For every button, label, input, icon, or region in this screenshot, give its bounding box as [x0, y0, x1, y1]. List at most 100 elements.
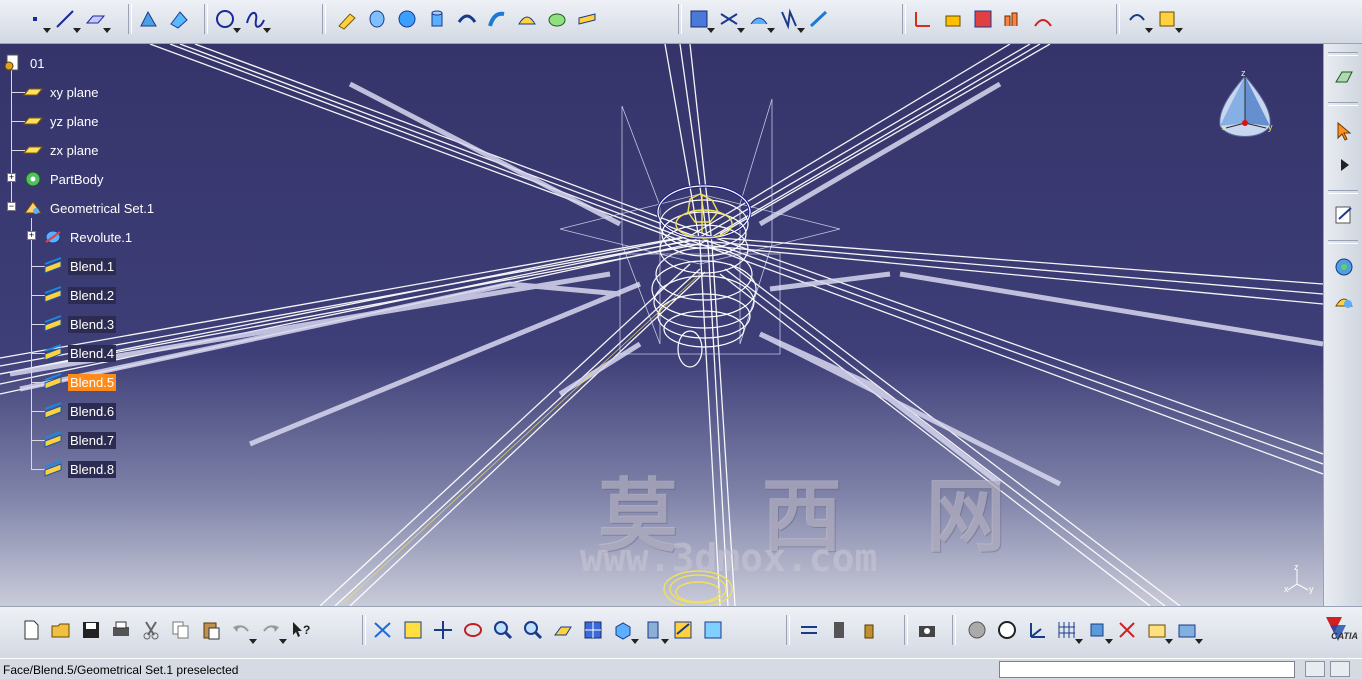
tree-item-blend-1[interactable]: Blend.1	[42, 255, 117, 277]
tree-item-label: PartBody	[50, 171, 104, 187]
redo-icon[interactable]	[258, 617, 287, 644]
library-icon[interactable]	[1174, 617, 1203, 644]
cylinder-icon[interactable]	[424, 6, 450, 32]
tree-item-geometrical-set[interactable]: Geometrical Set.1	[22, 197, 156, 219]
tree-item-yz-plane[interactable]: yz plane	[22, 110, 100, 132]
shading-icon[interactable]	[640, 617, 669, 644]
tree-item-blend-2[interactable]: Blend.2	[42, 284, 117, 306]
normal-view-icon[interactable]	[550, 617, 576, 643]
save-icon[interactable]	[78, 617, 104, 643]
translate-icon[interactable]	[776, 6, 805, 33]
split-icon[interactable]	[716, 6, 745, 33]
hide-show-icon[interactable]	[670, 617, 696, 643]
tree-item-blend-8[interactable]: Blend.8	[42, 458, 117, 480]
sphere-icon[interactable]	[394, 6, 420, 32]
extrude-icon[interactable]	[334, 6, 360, 32]
select-arrow-icon[interactable]	[1331, 118, 1357, 144]
iso-view-icon[interactable]	[610, 617, 639, 644]
circle-tool[interactable]	[212, 6, 241, 33]
blend-surface-icon	[42, 286, 64, 304]
curvature-analysis-icon[interactable]	[1000, 6, 1026, 32]
sketcher-icon[interactable]	[1331, 64, 1357, 90]
repeat-icon[interactable]	[1124, 6, 1153, 33]
zoom-out-icon[interactable]	[520, 617, 546, 643]
toolbar-separator	[1328, 240, 1358, 244]
fly-mode-icon[interactable]	[370, 617, 396, 643]
measure-between-icon[interactable]	[796, 617, 822, 643]
intersection-icon[interactable]	[166, 6, 192, 32]
status-toggle-button[interactable]	[1330, 661, 1350, 677]
join-icon[interactable]	[686, 6, 715, 33]
sweep-icon[interactable]	[484, 6, 510, 32]
multi-view-icon[interactable]	[580, 617, 606, 643]
tree-root[interactable]: 01	[2, 52, 46, 74]
tree-item-blend-4[interactable]: Blend.4	[42, 342, 117, 364]
tree-item-partbody[interactable]: PartBody	[22, 168, 105, 190]
swap-visible-space-icon[interactable]	[700, 617, 726, 643]
cut-icon[interactable]	[138, 617, 164, 643]
3d-viewport[interactable]: z x y z x y 莫 西 网 www.3dmox.com 01 xy pl…	[0, 44, 1323, 606]
collapse-geometrical-set-button[interactable]: −	[7, 202, 16, 211]
revolve-icon[interactable]	[364, 6, 390, 32]
new-file-icon[interactable]	[18, 617, 44, 643]
manipulate-icon[interactable]	[994, 617, 1020, 643]
tree-item-label: Blend.6	[68, 402, 117, 420]
open-folder-icon[interactable]	[48, 617, 74, 643]
pattern-icon[interactable]	[1154, 6, 1183, 33]
plane-tool[interactable]	[82, 6, 111, 33]
extrapolate-icon[interactable]	[806, 6, 832, 32]
fit-all-icon[interactable]	[400, 617, 426, 643]
expand-revolute-button[interactable]: +	[27, 231, 36, 240]
print-icon[interactable]	[108, 617, 134, 643]
porcupine-analysis-icon[interactable]	[1030, 6, 1056, 32]
connect-checker-icon[interactable]	[970, 6, 996, 32]
part-design-icon[interactable]	[1331, 254, 1357, 280]
line-tool[interactable]	[52, 6, 81, 33]
spline-tool[interactable]	[242, 6, 271, 33]
undo-icon[interactable]	[228, 617, 257, 644]
zoom-in-icon[interactable]	[490, 617, 516, 643]
toolbar-group-view	[370, 615, 726, 645]
constraint-icon[interactable]	[1114, 617, 1140, 643]
edit-sketch-icon[interactable]	[1331, 202, 1357, 228]
command-input[interactable]	[999, 661, 1295, 678]
measure-inertia-icon[interactable]	[856, 617, 882, 643]
copy-icon[interactable]	[168, 617, 194, 643]
work-on-support-icon[interactable]	[940, 6, 966, 32]
shape-design-icon[interactable]	[1331, 288, 1357, 314]
tree-item-revolute[interactable]: Revolute.1	[42, 226, 134, 248]
tree-item-xy-plane[interactable]: xy plane	[22, 81, 100, 103]
compass-widget[interactable]	[1212, 68, 1282, 148]
axis-icon[interactable]	[1024, 617, 1050, 643]
tree-item-blend-5[interactable]: Blend.5	[42, 371, 117, 393]
projection-icon[interactable]	[136, 6, 162, 32]
tree-item-zx-plane[interactable]: zx plane	[22, 139, 100, 161]
tree-item-blend-7[interactable]: Blend.7	[42, 429, 117, 451]
tree-item-blend-6[interactable]: Blend.6	[42, 400, 117, 422]
toolbar-separator	[128, 4, 132, 34]
multi-section-icon[interactable]	[544, 6, 570, 32]
blend-surface-icon	[42, 402, 64, 420]
extract-icon[interactable]	[746, 6, 775, 33]
pan-icon[interactable]	[430, 617, 456, 643]
tree-item-blend-3[interactable]: Blend.3	[42, 313, 117, 335]
axis-system-icon[interactable]	[910, 6, 936, 32]
part-document-icon	[2, 54, 24, 72]
rotate-icon[interactable]	[460, 617, 486, 643]
fill-icon[interactable]	[514, 6, 540, 32]
measure-item-icon[interactable]	[826, 617, 852, 643]
tree-item-label-selected: Blend.5	[68, 373, 117, 391]
point-tool[interactable]	[22, 6, 51, 33]
expand-partbody-button[interactable]: +	[7, 173, 16, 182]
expand-toolbar-arrow-icon[interactable]	[1331, 152, 1357, 178]
layer-icon[interactable]	[1084, 617, 1113, 644]
capture-icon[interactable]	[914, 617, 940, 643]
whats-this-icon[interactable]: ?	[288, 617, 314, 643]
grid-icon[interactable]	[1054, 617, 1083, 644]
offset-icon[interactable]	[454, 6, 480, 32]
blend-icon[interactable]	[574, 6, 600, 32]
catalog-icon[interactable]	[1144, 617, 1173, 644]
paste-icon[interactable]	[198, 617, 224, 643]
update-icon[interactable]	[964, 617, 990, 643]
restore-button[interactable]	[1305, 661, 1325, 677]
